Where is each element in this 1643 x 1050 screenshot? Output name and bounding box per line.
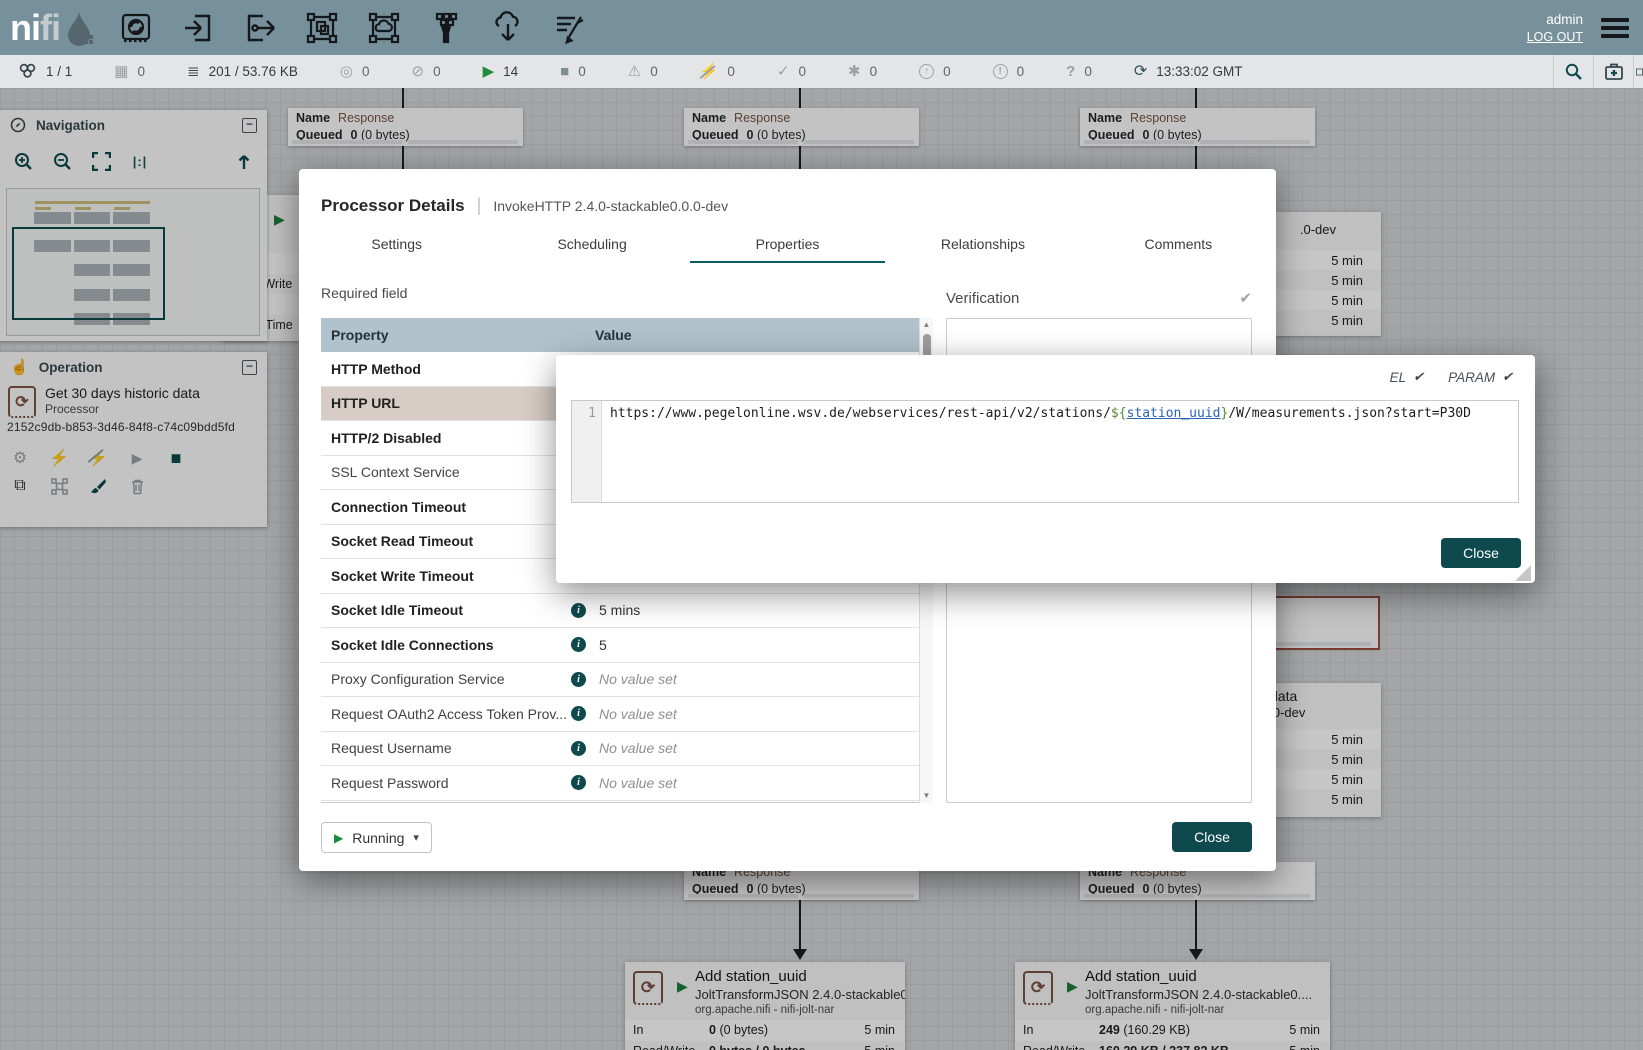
status-running: ▶14 <box>483 64 519 79</box>
property-value-editor: EL ✔ PARAM ✔ 1 https://www.pegelonline.w… <box>556 355 1535 583</box>
remote-process-group-tool-icon[interactable] <box>366 10 402 46</box>
tab-settings[interactable]: Settings <box>299 232 494 263</box>
first-aid-icon <box>1605 63 1623 80</box>
not-transmitting-icon: ⊘ <box>412 64 425 79</box>
status-queued: ≣201 / 53.76 KB <box>187 64 298 79</box>
property-row-proxy-configuration[interactable]: Proxy Configuration ServiceiNo value set <box>321 663 933 698</box>
expression-parameter: station_uuid <box>1127 406 1221 421</box>
status-invalid: ⚠0 <box>628 64 658 79</box>
nifi-drop-icon <box>64 9 94 47</box>
dialog-tabs: Settings Scheduling Properties Relations… <box>299 232 1276 263</box>
current-user: admin <box>1546 12 1583 27</box>
property-row-oauth2-provider[interactable]: Request OAuth2 Access Token Prov...iNo v… <box>321 697 933 732</box>
dialog-subtitle: InvokeHTTP 2.4.0-stackable0.0.0-dev <box>493 198 728 214</box>
dialog-close-button[interactable]: Close <box>1172 822 1252 852</box>
up-to-date-icon: ✓ <box>777 64 790 79</box>
check-icon: ✔ <box>1502 369 1513 385</box>
check-icon: ✔ <box>1413 369 1424 385</box>
status-active-threads: ▦0 <box>114 64 145 79</box>
disabled-icon: ⚡ <box>700 64 719 79</box>
input-port-tool-icon[interactable] <box>180 10 216 46</box>
search-icon <box>1565 63 1582 80</box>
nifi-logo: nifi <box>10 7 94 49</box>
search-button[interactable] <box>1553 55 1593 88</box>
status-sync-failure: ?0 <box>1066 64 1092 79</box>
locally-modified-stale-icon: ! <box>993 64 1008 79</box>
processor-tool-icon[interactable] <box>118 10 154 46</box>
param-supported-flag: PARAM ✔ <box>1448 369 1513 385</box>
status-disabled: ⚡0 <box>700 64 735 79</box>
status-connected-nodes: 1 / 1 <box>18 63 72 81</box>
url-value-line[interactable]: https://www.pegelonline.wsv.de/webservic… <box>602 401 1477 502</box>
status-last-refresh: ⟳13:33:02 GMT <box>1134 64 1243 80</box>
global-menu-icon[interactable] <box>1601 18 1629 38</box>
required-field-label: Required field <box>321 285 407 301</box>
status-up-to-date: ✓0 <box>777 64 806 79</box>
editor-close-button[interactable]: Close <box>1441 538 1521 568</box>
info-icon: i <box>571 775 586 790</box>
output-port-tool-icon[interactable] <box>242 10 278 46</box>
stopped-icon: ■ <box>560 64 569 79</box>
properties-table-header: Property Value <box>321 318 933 352</box>
property-row-socket-idle-connections[interactable]: Socket Idle Connectionsi5 <box>321 628 933 663</box>
verification-label: Verification <box>946 290 1019 307</box>
template-tool-icon[interactable] <box>490 10 526 46</box>
info-icon: i <box>571 706 586 721</box>
cluster-icon <box>18 63 37 81</box>
scroll-down-icon[interactable]: ▼ <box>923 789 931 803</box>
property-row-request-password[interactable]: Request PasswordiNo value set <box>321 766 933 801</box>
el-supported-flag: EL ✔ <box>1390 369 1424 385</box>
dialog-title: Processor Details <box>321 196 465 216</box>
resize-handle[interactable] <box>1515 565 1531 581</box>
value-code-editor[interactable]: 1 https://www.pegelonline.wsv.de/webserv… <box>571 400 1519 503</box>
sync-failure-icon: ? <box>1066 64 1075 79</box>
status-history-button[interactable] <box>1633 55 1643 88</box>
refresh-icon: ⟳ <box>1134 64 1147 80</box>
invalid-icon: ⚠ <box>628 64 641 79</box>
queue-icon: ≣ <box>187 64 200 79</box>
stale-icon: ↑ <box>919 64 934 79</box>
status-stale: ↑0 <box>919 64 951 79</box>
status-transmitting: ◎0 <box>340 64 370 79</box>
threads-icon: ▦ <box>114 64 128 79</box>
process-group-tool-icon[interactable] <box>304 10 340 46</box>
property-row-request-username[interactable]: Request UsernameiNo value set <box>321 732 933 767</box>
status-locally-modified: ✱0 <box>848 64 877 79</box>
expression-open: ${ <box>1111 406 1127 421</box>
property-row-socket-idle-timeout[interactable]: Socket Idle Timeouti5 mins <box>321 594 933 629</box>
tab-scheduling[interactable]: Scheduling <box>494 232 689 263</box>
label-tool-icon[interactable] <box>552 10 588 46</box>
dialog-title-row: Processor Details | InvokeHTTP 2.4.0-sta… <box>321 195 728 216</box>
app-header: nifi admin <box>0 0 1643 55</box>
info-icon: i <box>571 672 586 687</box>
transmitting-icon: ◎ <box>340 64 353 79</box>
verification-check-icon[interactable]: ✔ <box>1239 289 1252 307</box>
tab-relationships[interactable]: Relationships <box>885 232 1080 263</box>
tab-comments[interactable]: Comments <box>1081 232 1276 263</box>
status-stopped: ■0 <box>560 64 586 79</box>
run-state-button[interactable]: ▶ Running ▾ <box>321 822 432 853</box>
running-icon: ▶ <box>483 64 495 79</box>
logout-link[interactable]: LOG OUT <box>1527 30 1583 44</box>
caret-down-icon: ▾ <box>413 831 419 844</box>
status-bar: 1 / 1 ▦0 ≣201 / 53.76 KB ◎0 ⊘0 ▶14 ■0 ⚠0… <box>0 55 1643 88</box>
status-locally-modified-stale: !0 <box>993 64 1025 79</box>
status-not-transmitting: ⊘0 <box>412 64 441 79</box>
info-icon: i <box>571 637 586 652</box>
info-icon: i <box>571 741 586 756</box>
cluster-summary-button[interactable] <box>1593 55 1633 88</box>
tab-properties[interactable]: Properties <box>690 232 885 263</box>
running-play-icon: ▶ <box>334 831 343 845</box>
scroll-up-icon[interactable]: ▲ <box>923 318 931 332</box>
locally-modified-icon: ✱ <box>848 64 861 79</box>
funnel-tool-icon[interactable] <box>428 10 464 46</box>
line-number-gutter: 1 <box>572 401 602 502</box>
info-icon: i <box>571 603 586 618</box>
